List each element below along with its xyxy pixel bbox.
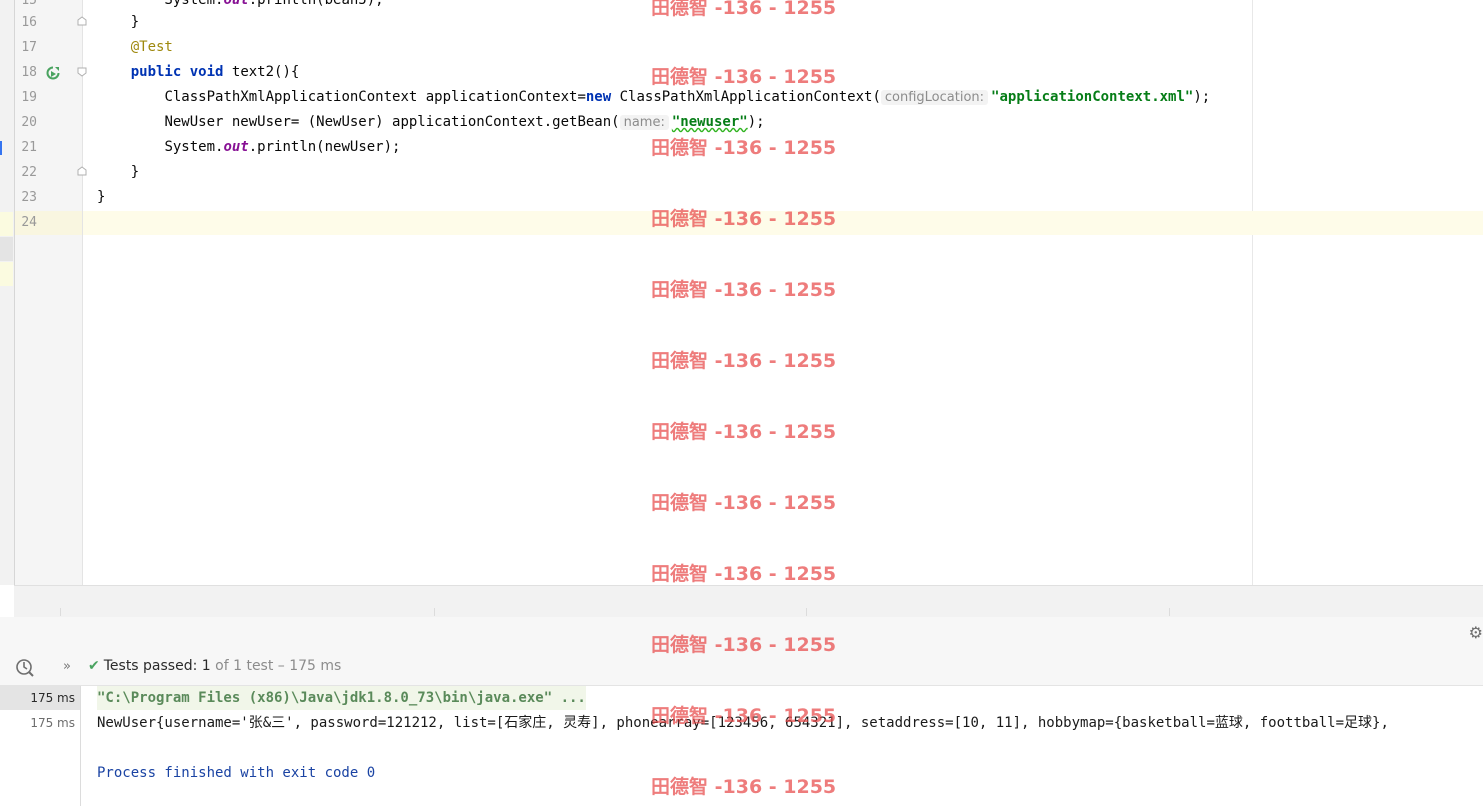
divider	[1169, 608, 1170, 616]
code-line-17[interactable]: @Test	[97, 35, 1483, 60]
status-summary: of 1 test – 175 ms	[215, 658, 342, 674]
code-keyword: new	[585, 89, 612, 105]
tool-window-splitter[interactable]	[14, 585, 1483, 618]
code-text: ClassPathXmlApplicationContext(	[611, 89, 881, 105]
code-text: .println(bean5);	[248, 0, 384, 8]
code-line-16[interactable]: }	[97, 10, 1483, 35]
console-exit-line: Process finished with exit code 0	[97, 765, 376, 781]
code-text: );	[1193, 89, 1211, 105]
divider	[60, 608, 61, 616]
test-history-icon[interactable]	[14, 657, 36, 679]
code-line-18[interactable]: public void text2(){	[97, 60, 1483, 85]
line-number: 23	[21, 190, 37, 205]
divider	[434, 608, 435, 616]
fold-start-icon[interactable]	[77, 67, 87, 77]
status-passed-count: 1	[201, 658, 211, 674]
console-output[interactable]: "C:\Program Files (x86)\Java\jdk1.8.0_73…	[97, 686, 1483, 806]
code-static-field: out	[223, 139, 249, 155]
line-number: 17	[21, 40, 37, 55]
test-tree: 175 ms 175 ms	[0, 686, 81, 806]
code-string: "newuser"	[671, 114, 748, 130]
parameter-hint: configLocation:	[880, 90, 989, 105]
code-text: System.	[97, 0, 224, 8]
parameter-hint: name:	[619, 115, 669, 130]
fold-end-icon[interactable]	[77, 166, 87, 176]
run-panel-header	[0, 617, 1483, 686]
code-text: System.	[164, 139, 224, 155]
code-text: }	[97, 164, 140, 180]
code-text: NewUser newUser= (NewUser) applicationCo…	[164, 114, 620, 130]
test-status: ✔ Tests passed: 1 of 1 test – 175 ms	[88, 658, 341, 674]
line-number: 18	[21, 65, 37, 80]
code-line-19[interactable]: ClassPathXmlApplicationContext applicati…	[97, 85, 1483, 110]
code-keyword: public	[130, 64, 182, 80]
divider	[806, 608, 807, 616]
strip-marker	[0, 237, 13, 261]
run-test-icon[interactable]	[46, 66, 60, 80]
code-text: ClassPathXmlApplicationContext applicati…	[164, 89, 586, 105]
console-command-line: "C:\Program Files (x86)\Java\jdk1.8.0_73…	[97, 686, 586, 710]
chevron-right-icon[interactable]: »	[63, 659, 71, 674]
code-line-22[interactable]: }	[97, 160, 1483, 185]
line-number: 24	[21, 215, 37, 230]
code-keyword: void	[189, 64, 224, 80]
line-number: 19	[21, 90, 37, 105]
strip-marker	[0, 262, 13, 286]
code-string: "applicationContext.xml"	[991, 89, 1194, 105]
code-line-23[interactable]: }	[97, 185, 1483, 210]
code-text: .println(newUser);	[248, 139, 401, 155]
code-text: text2(){	[231, 64, 300, 80]
test-tree-row-root[interactable]: 175 ms	[0, 686, 80, 710]
code-line-21[interactable]: System.out.println(newUser);	[97, 135, 1483, 160]
line-number: 21	[21, 140, 37, 155]
code-line-20[interactable]: NewUser newUser= (NewUser) applicationCo…	[97, 110, 1483, 135]
code-annotation: @Test	[130, 39, 173, 55]
code-text: );	[747, 114, 765, 130]
fold-end-icon[interactable]	[77, 16, 87, 26]
line-number: 22	[21, 165, 37, 180]
test-tree-row-test[interactable]: 175 ms	[0, 711, 80, 735]
code-text: }	[97, 189, 106, 205]
check-icon: ✔	[88, 658, 100, 674]
code-text: }	[97, 14, 140, 30]
console-output-line: NewUser{username='张&三', password=121212,…	[97, 715, 1398, 731]
line-number: 20	[21, 115, 37, 130]
gear-icon[interactable]: ⚙	[1469, 623, 1483, 642]
code-static-field: out	[223, 0, 249, 8]
line-number: 16	[21, 15, 37, 30]
status-label: Tests passed:	[103, 658, 198, 674]
